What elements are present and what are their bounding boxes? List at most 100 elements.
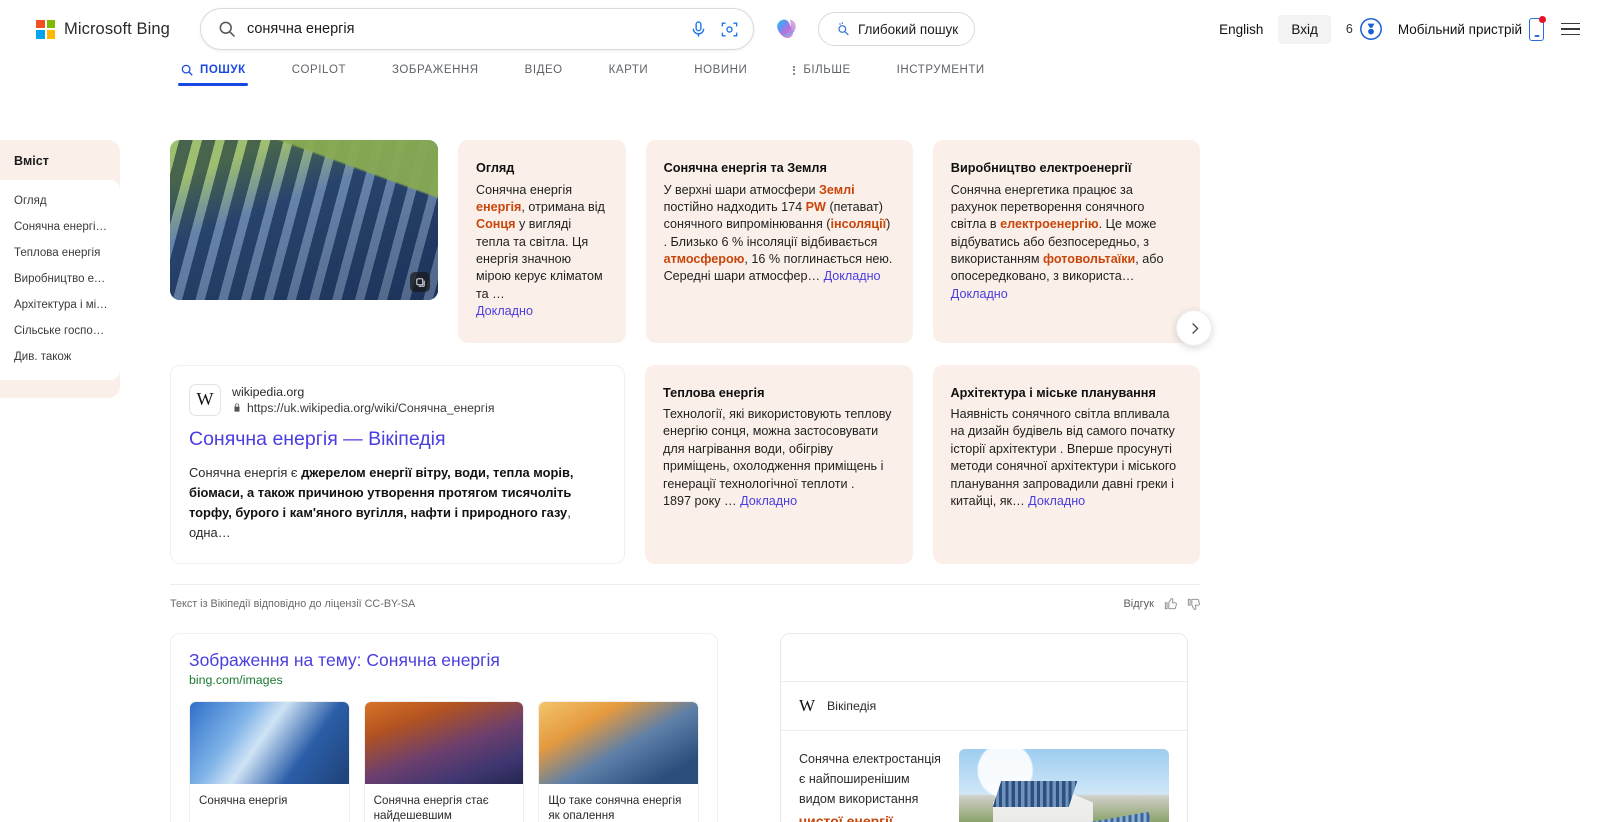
card-thermal-more-link[interactable]: Докладно xyxy=(740,494,797,508)
carousel-next-button[interactable] xyxy=(1176,310,1212,346)
highlight: Сонця xyxy=(476,217,516,232)
card-thermal-body: Технології, які використовують теплову е… xyxy=(663,406,894,510)
card-overview-title: Огляд xyxy=(476,161,515,175)
card-overview-body: Сонячна енергія енергія, отримана від Со… xyxy=(476,182,608,321)
toc-item-architecture[interactable]: Архітектура і мі… xyxy=(0,292,120,318)
license-text: Текст із Вікіпедії відповідно до ліцензі… xyxy=(170,597,416,610)
deep-search-button[interactable]: Глибокий пошук xyxy=(817,12,976,46)
tab-news-label: НОВИНИ xyxy=(694,64,748,76)
knowledge-panel-source[interactable]: W Вікіпедія xyxy=(781,682,1187,731)
chevron-right-icon xyxy=(1191,322,1199,334)
search-box[interactable] xyxy=(199,8,754,50)
search-icon xyxy=(219,21,235,38)
deep-search-icon xyxy=(838,22,849,36)
tab-maps[interactable]: КАРТИ xyxy=(609,64,649,84)
knowledge-panel-header xyxy=(781,634,1187,682)
knowledge-panel-body: Сонячна електростанція є найпоширенішим … xyxy=(781,731,1187,822)
thumbs-down-icon[interactable] xyxy=(1186,597,1200,611)
lock-icon xyxy=(234,403,240,413)
knowledge-panel-text: Сонячна електростанція є найпоширенішим … xyxy=(799,749,941,822)
result-snippet: Сонячна енергія є джерелом енергії вітру… xyxy=(189,463,606,543)
tab-images-label: ЗОБРАЖЕННЯ xyxy=(392,64,479,76)
tab-videos[interactable]: ВІДЕО xyxy=(525,64,563,84)
organic-result-wikipedia[interactable]: W wikipedia.org https://uk.wikipedia.org… xyxy=(170,364,626,564)
image-collection-icon[interactable] xyxy=(410,272,430,292)
card-architecture-title: Архітектура і міське планування xyxy=(950,385,1156,400)
tab-maps-label: КАРТИ xyxy=(608,64,649,76)
card-overview-more-link[interactable]: Докладно xyxy=(476,304,533,318)
entity-cards-row-2: W wikipedia.org https://uk.wikipedia.org… xyxy=(170,364,1200,564)
tab-copilot[interactable]: COPILOT xyxy=(292,64,346,84)
search-input[interactable] xyxy=(236,21,689,37)
microphone-icon[interactable] xyxy=(689,20,708,39)
highlight: фотовольтаїки xyxy=(1043,252,1136,267)
rewards-medal-icon xyxy=(1359,18,1382,40)
tab-more[interactable]: БІЛЬШЕ xyxy=(793,64,850,84)
card-architecture-more-link[interactable]: Докладно xyxy=(1028,494,1085,508)
kp-image-solar-panel xyxy=(1086,812,1155,822)
card-earth-more-link[interactable]: Докладно xyxy=(824,269,881,283)
toc-title: Вміст xyxy=(14,154,49,168)
tab-images[interactable]: ЗОБРАЖЕННЯ xyxy=(392,64,479,84)
rewards-count: 6 xyxy=(1345,22,1353,36)
txt: Сонячна енергія xyxy=(476,182,573,197)
highlight: чистої енергії сонця xyxy=(799,812,893,822)
entity-cards-row-1: Огляд Сонячна енергія енергія, отримана … xyxy=(170,140,1212,346)
images-heading-link[interactable]: Зображення на тему: Сонячна енергія xyxy=(189,650,699,671)
image-caption: Сонячна енергія стає найдешевшим джерело… xyxy=(373,793,489,822)
image-caption: Що таке сонячна енергія як опалення xyxy=(548,793,682,822)
tab-search[interactable]: ПОШУК xyxy=(178,63,248,86)
result-url: https://uk.wikipedia.org/wiki/Сонячна_ен… xyxy=(247,400,495,415)
thumbs-up-icon[interactable] xyxy=(1163,597,1177,611)
bing-logo[interactable]: Microsoft Bing xyxy=(36,19,170,39)
card-overview[interactable]: Огляд Сонячна енергія енергія, отримана … xyxy=(458,140,626,343)
more-dots-icon xyxy=(793,65,796,75)
images-result-block: Зображення на тему: Сонячна енергія bing… xyxy=(170,632,718,822)
card-electricity-more-link[interactable]: Докладно xyxy=(951,287,1008,301)
search-actions xyxy=(689,20,739,39)
image-card[interactable]: Сонячна енергія xyxy=(189,700,350,822)
txt: Сонячна електростанція є найпоширенішим … xyxy=(799,751,941,807)
txt: Наявність сонячного світла впливала на д… xyxy=(950,407,1177,508)
hero-image[interactable] xyxy=(170,140,438,300)
tab-search-label: ПОШУК xyxy=(200,64,246,76)
toc-item-overview[interactable]: Огляд xyxy=(0,188,120,214)
language-link[interactable]: English xyxy=(1219,22,1263,37)
tab-copilot-label: COPILOT xyxy=(291,64,347,76)
table-of-contents: Вміст Огляд Сонячна енергі… Теплова енер… xyxy=(0,140,120,398)
image-card[interactable]: Сонячна енергія стає найдешевшим джерело… xyxy=(363,700,525,822)
sign-in-button[interactable]: Вхід xyxy=(1278,14,1331,44)
toc-item-see-also[interactable]: Див. також xyxy=(0,344,120,370)
hamburger-menu-icon[interactable] xyxy=(1559,19,1582,40)
tab-tools[interactable]: ІНСТРУМЕНТИ xyxy=(897,64,985,84)
result-title-link[interactable]: Сонячна енергія — Вікіпедія xyxy=(189,427,606,451)
visual-search-icon[interactable] xyxy=(720,20,739,39)
card-electricity-generation[interactable]: Виробництво електроенергії Сонячна енерг… xyxy=(932,140,1200,343)
image-thumbnail xyxy=(539,701,698,784)
card-architecture[interactable]: Архітектура і міське планування Наявніст… xyxy=(932,364,1200,564)
mobile-device-link[interactable]: Мобільний пристрій xyxy=(1397,15,1546,41)
card-electricity-title: Виробництво електроенергії xyxy=(950,161,1132,175)
highlight: електроенергію xyxy=(1000,217,1099,232)
card-thermal-energy[interactable]: Теплова енергія Технології, які використ… xyxy=(645,364,913,564)
toc-item-electricity[interactable]: Виробництво ел… xyxy=(0,266,120,292)
toc-item-agriculture[interactable]: Сільське госпо… xyxy=(0,318,120,344)
knowledge-panel-image[interactable] xyxy=(959,748,1169,822)
txt: Технології, які використовують теплову е… xyxy=(663,407,892,491)
toc-item-solar-energy[interactable]: Сонячна енергі… xyxy=(0,214,120,240)
card-solar-and-earth[interactable]: Сонячна енергія та Земля У верхні шари а… xyxy=(645,140,913,343)
copilot-icon[interactable] xyxy=(772,14,802,44)
wikipedia-favicon-icon: W xyxy=(189,383,221,416)
image-card[interactable]: Що таке сонячна енергія як опалення xyxy=(538,700,699,822)
rewards-widget[interactable]: 6 xyxy=(1346,17,1383,41)
image-thumbnail xyxy=(364,701,524,784)
mobile-device-label: Мобільний пристрій xyxy=(1397,21,1522,37)
txt: Сонячна енергія є xyxy=(189,464,302,480)
toc-item-thermal[interactable]: Теплова енергія xyxy=(0,240,120,266)
tab-news[interactable]: НОВИНИ xyxy=(694,64,747,84)
main-column: Огляд Сонячна енергія енергія, отримана … xyxy=(170,140,1212,822)
tab-videos-label: ВІДЕО xyxy=(524,64,563,76)
txt: , отримана від xyxy=(521,199,605,214)
txt: постійно надходить 174 xyxy=(663,199,806,214)
lower-section: Зображення на тему: Сонячна енергія bing… xyxy=(170,632,1200,822)
